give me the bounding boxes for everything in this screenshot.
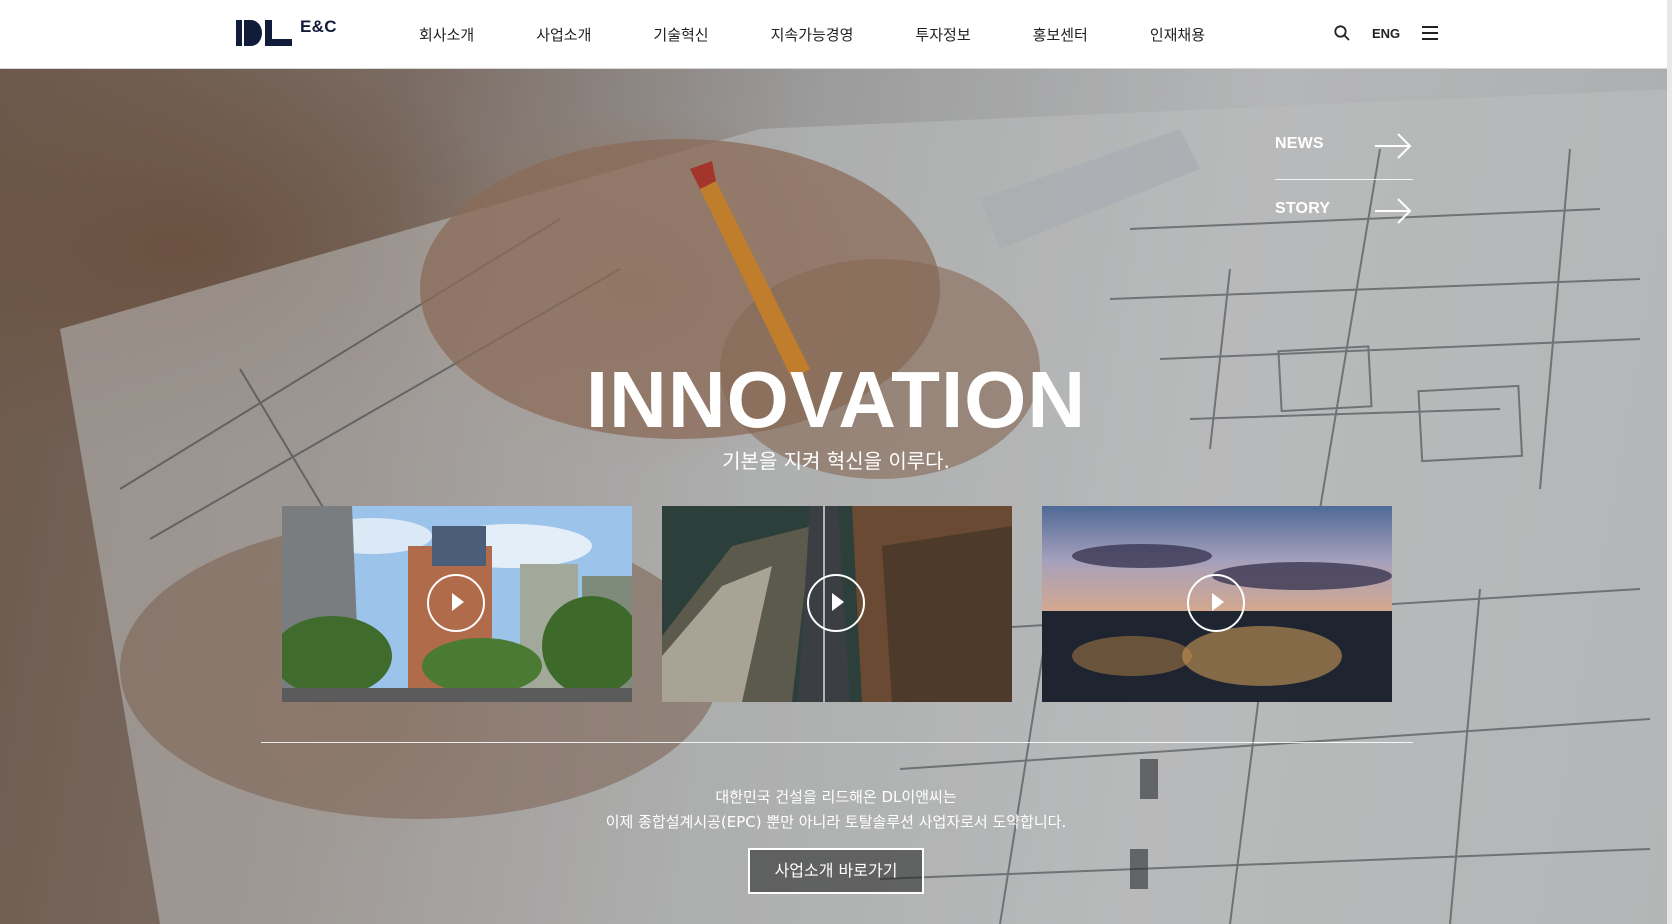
logo-ec-text: E&C: [300, 17, 337, 36]
play-icon[interactable]: [427, 574, 485, 632]
arrow-right-icon: [1375, 133, 1412, 159]
search-icon[interactable]: [1333, 24, 1351, 42]
news-link-label: NEWS: [1275, 135, 1324, 152]
main-nav: 회사소개 사업소개 기술혁신 지속가능경영 투자정보 홍보센터 인재채용: [390, 0, 1236, 68]
company-description-line2: 이제 종합설계시공(EPC) 뿐만 아니라 토탈솔루션 사업자로서 도약합니다.: [605, 813, 1067, 831]
hamburger-menu-icon[interactable]: [1422, 26, 1438, 40]
story-link[interactable]: STORY: [1275, 180, 1413, 244]
video-card-city[interactable]: [282, 506, 632, 702]
page-scrollbar[interactable]: [1667, 0, 1672, 924]
business-intro-button[interactable]: 사업소개 바로가기: [748, 848, 924, 894]
play-icon[interactable]: [1187, 574, 1245, 632]
hero-section: NEWS STORY INNOVATION 기본을 지켜 혁신을 이루다. 대한…: [0, 69, 1672, 924]
nav-investor[interactable]: 투자정보: [884, 24, 1001, 45]
nav-sustainability[interactable]: 지속가능경영: [740, 24, 885, 45]
arrow-right-icon: [1375, 198, 1412, 224]
news-link[interactable]: NEWS: [1275, 115, 1413, 180]
hero-subtitle: 기본을 지켜 혁신을 이루다.: [722, 449, 950, 473]
dl-logo[interactable]: E&C: [236, 16, 340, 52]
play-icon[interactable]: [807, 574, 865, 632]
hero-title: INNOVATION: [585, 355, 1087, 444]
nav-pr-center[interactable]: 홍보센터: [1002, 24, 1119, 45]
story-link-label: STORY: [1275, 200, 1331, 217]
dl-logo-mark: [236, 20, 292, 46]
video-card-plant[interactable]: [1042, 506, 1392, 702]
video-card-bridge[interactable]: [662, 506, 1012, 702]
language-switch-link[interactable]: ENG: [1372, 26, 1400, 41]
nav-company[interactable]: 회사소개: [390, 24, 505, 45]
nav-business[interactable]: 사업소개: [505, 24, 622, 45]
nav-careers[interactable]: 인재채용: [1119, 24, 1236, 45]
video-list: [282, 506, 1392, 702]
hero-divider: [261, 742, 1413, 743]
nav-technology[interactable]: 기술혁신: [622, 24, 739, 45]
company-description-line1: 대한민국 건설을 리드해온 DL이앤씨는: [715, 788, 957, 806]
site-header: E&C 회사소개 사업소개 기술혁신 지속가능경영 투자정보 홍보센터 인재채용…: [0, 0, 1672, 69]
